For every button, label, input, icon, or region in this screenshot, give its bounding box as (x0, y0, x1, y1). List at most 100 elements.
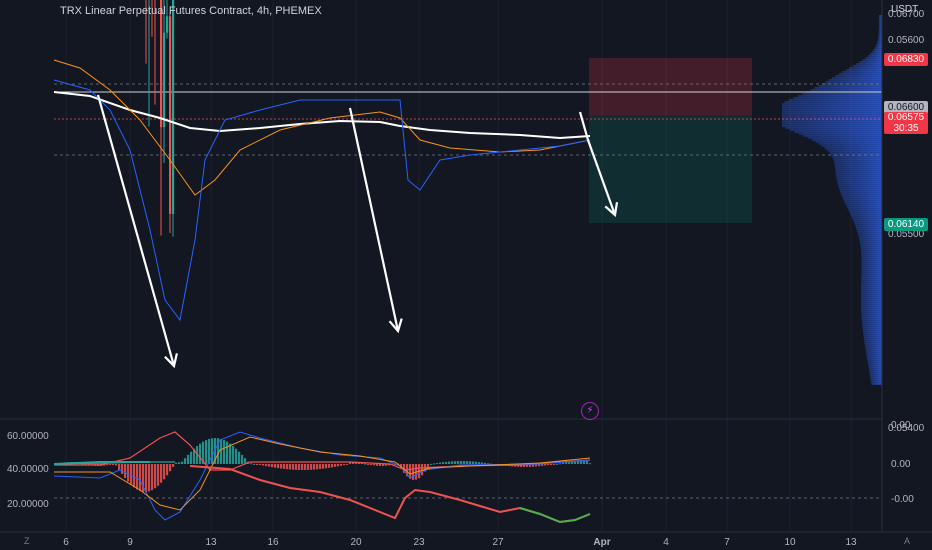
osc-histogram-bar (382, 464, 385, 466)
volume-profile-bar (863, 337, 882, 339)
volume-profile-bar (869, 373, 882, 375)
take-profit-zone (589, 115, 752, 223)
osc-histogram-bar (331, 464, 334, 468)
volume-profile-bar (826, 149, 882, 151)
volume-profile-bar (815, 141, 882, 143)
volume-profile-bar (861, 315, 882, 317)
osc-histogram-bar (241, 454, 244, 464)
volume-profile-bar (847, 207, 882, 209)
volume-profile-bar (852, 65, 882, 67)
osc-histogram-bar (199, 443, 202, 464)
osc-histogram-bar (190, 451, 193, 464)
osc-histogram-bar (412, 464, 415, 480)
volume-profile-bar (866, 353, 882, 355)
chart-title: TRX Linear Perpetual Futures Contract, 4… (60, 5, 322, 17)
osc-histogram-bar (292, 464, 295, 470)
volume-profile-bar (841, 193, 882, 195)
volume-profile-bar (871, 51, 882, 53)
osc-histogram-bar (106, 464, 109, 466)
volume-profile-bar (861, 253, 882, 255)
osc-histogram-bar (472, 461, 475, 464)
osc-histogram-bar (283, 464, 286, 469)
osc-histogram-bar (334, 464, 337, 467)
volume-profile-bar (785, 127, 882, 129)
osc-histogram-bar (235, 448, 238, 464)
osc-histogram-bar (226, 441, 229, 464)
price-axis-labels: 0.067000.069000.068000.067000.066000.065… (7, 9, 925, 510)
osc-histogram-bar (487, 463, 490, 465)
osc-histogram-bar (136, 464, 139, 490)
osc-histogram-bar (271, 464, 274, 468)
volume-profile-bar (859, 61, 882, 63)
volume-profile-bar (845, 69, 882, 71)
osc-histogram-bar (379, 464, 382, 466)
osc-histogram-bar (469, 461, 472, 464)
volume-profile-bar (851, 215, 882, 217)
volume-profile-bar (821, 145, 882, 147)
last-price-value: 0.06575 (887, 112, 925, 123)
osc-histogram-bar (430, 463, 433, 465)
volume-profile-bar (861, 307, 882, 309)
volume-profile-bar (836, 175, 882, 177)
volume-profile-bar (860, 303, 882, 305)
volume-profile-bar (862, 325, 882, 327)
volume-profile-bar (864, 343, 882, 345)
last-price-tag: 0.06575 30:35 (884, 112, 928, 134)
price-chart[interactable]: 0.067000.069000.068000.067000.066000.065… (0, 0, 932, 550)
osc-left-tick-label: 40.00000 (7, 464, 49, 475)
volume-profile-bar (854, 223, 882, 225)
osc-histogram-bar (556, 463, 559, 465)
volume-profile-bar (782, 121, 882, 123)
candle-body (166, 16, 169, 33)
osc-histogram-bar (454, 461, 457, 464)
candle-body (169, 16, 172, 214)
volume-profile-bar (858, 237, 882, 239)
time-tick-label: Apr (593, 537, 610, 548)
osc-histogram-bar (262, 464, 265, 466)
ma-50-line (53, 59, 591, 196)
osc-histogram-bar (268, 464, 271, 467)
volume-profile-bar (867, 361, 882, 363)
osc-histogram-bar (481, 462, 484, 464)
volume-profile-bar (863, 331, 882, 333)
osc-histogram-bar (304, 464, 307, 470)
volume-profile-bar (869, 53, 882, 55)
bolt-icon[interactable]: ⚡ (581, 402, 599, 420)
osc-histogram-bar (340, 464, 343, 466)
osc-histogram-bar (433, 463, 436, 465)
volume-profile-bar (865, 57, 882, 59)
volume-profile-bar (865, 351, 882, 353)
volume-profile-bar (835, 167, 882, 169)
volume-profile-bar (782, 123, 882, 125)
osc-histogram-bar (229, 443, 232, 464)
volume-profile-bar (784, 101, 882, 103)
auto-scale-button[interactable]: A (904, 536, 910, 546)
osc-histogram-bar (127, 464, 130, 482)
osc-histogram-bar (463, 461, 466, 464)
osc-histogram-bar (478, 462, 481, 464)
time-tick-label: 9 (127, 537, 133, 548)
volume-profile-bar (793, 97, 882, 99)
time-tick-label: 6 (63, 537, 69, 548)
osc-histogram-bar (466, 461, 469, 464)
osc-histogram-bar (316, 464, 319, 470)
volume-profile-bar (782, 111, 882, 113)
zoom-button[interactable]: Z (24, 536, 30, 546)
volume-profile-bar (837, 183, 882, 185)
volume-profile-bar (860, 293, 882, 295)
volume-profile-bar (863, 333, 882, 335)
osc-histogram-bar (172, 464, 175, 467)
volume-profile-bar (852, 217, 882, 219)
time-tick-label: 4 (663, 537, 669, 548)
moving-averages (53, 59, 591, 322)
volume-profile-bar (818, 143, 882, 145)
volume-profile-bar (861, 317, 882, 319)
osc-histogram-bar (328, 464, 331, 468)
osc-histogram-bar (250, 463, 253, 465)
volume-profile-bar (835, 169, 882, 171)
volume-profile-bar (789, 129, 882, 131)
volume-profile-bar (807, 137, 882, 139)
volume-profile-bar (860, 285, 882, 287)
time-axis-labels: 6 9 13 16 20 23 27 Apr 4 7 10 13 (63, 537, 857, 548)
volume-profile-bar (782, 125, 882, 127)
